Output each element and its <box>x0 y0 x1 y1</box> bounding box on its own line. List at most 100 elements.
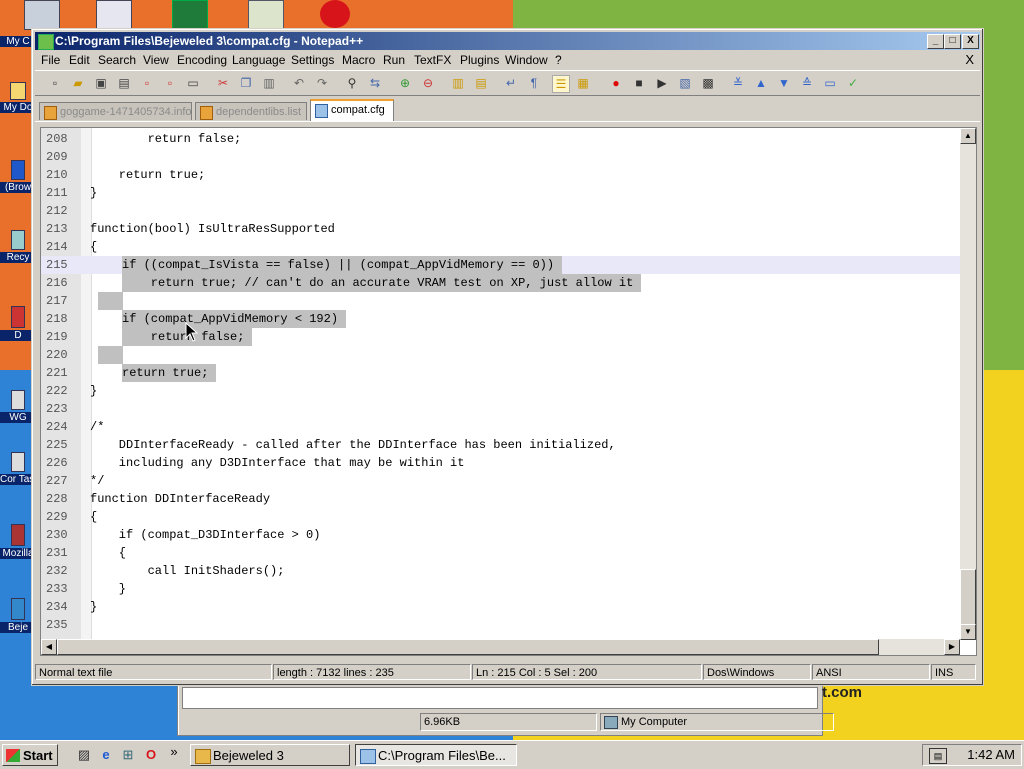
vertical-scrollbar[interactable]: ▲ ▼ <box>960 128 976 640</box>
collapse-icon[interactable]: ≚ <box>730 75 746 91</box>
code-line[interactable]: 218 if (compat_AppVidMemory < 192) <box>41 310 961 328</box>
code-line[interactable]: 229 { <box>41 508 961 526</box>
code-line[interactable]: 230 if (compat_D3DInterface > 0) <box>41 526 961 544</box>
open-file-icon[interactable]: ▰ <box>70 75 86 91</box>
menu-run[interactable]: Run <box>383 53 405 67</box>
opera-icon[interactable]: O <box>143 747 159 763</box>
code-line[interactable]: 213 function(bool) IsUltraResSupported <box>41 220 961 238</box>
menu-window[interactable]: Window <box>505 53 548 67</box>
code-line[interactable]: 225 DDInterfaceReady - called after the … <box>41 436 961 454</box>
play-macro-icon[interactable]: ▶ <box>654 75 670 91</box>
scroll-up-arrow-icon[interactable]: ▲ <box>960 128 976 144</box>
horizontal-scroll-thumb[interactable] <box>57 639 879 655</box>
vertical-scroll-thumb[interactable] <box>960 569 976 625</box>
save-icon[interactable]: ▣ <box>93 75 109 91</box>
code-line[interactable]: 208 return false; <box>41 130 961 148</box>
spell-check-icon[interactable]: ✓ <box>845 75 861 91</box>
sync-horizontal-icon[interactable]: ▤ <box>473 75 489 91</box>
code-line[interactable]: 224 /* <box>41 418 961 436</box>
show-all-chars-icon[interactable]: ¶ <box>526 75 542 91</box>
menu-settings[interactable]: Settings <box>291 53 334 67</box>
code-line[interactable]: 231 { <box>41 544 961 562</box>
zoom-in-icon[interactable]: ⊕ <box>397 75 413 91</box>
close-document-button[interactable]: X <box>965 52 974 67</box>
indent-guide-icon[interactable]: ☰ <box>552 75 570 93</box>
code-line[interactable]: 234} <box>41 598 961 616</box>
code-line[interactable]: 227 */ <box>41 472 961 490</box>
print-icon[interactable]: ▭ <box>185 75 201 91</box>
menu-encoding[interactable]: Encoding <box>177 53 227 67</box>
previous-icon[interactable]: ▲ <box>753 75 769 91</box>
code-line[interactable]: 216 return true; // can't do an accurate… <box>41 274 961 292</box>
panel-icon[interactable]: ▭ <box>822 75 838 91</box>
printer-icon[interactable] <box>96 0 132 30</box>
scroll-down-arrow-icon[interactable]: ▼ <box>960 624 976 640</box>
user-language-icon[interactable]: ▦ <box>575 75 591 91</box>
menu-help[interactable]: ? <box>555 53 562 67</box>
minimize-button[interactable]: _ <box>927 34 944 49</box>
stop-macro-icon[interactable]: ■ <box>631 75 647 91</box>
code-line[interactable]: 233 } <box>41 580 961 598</box>
copy-icon[interactable]: ❐ <box>238 75 254 91</box>
taskbar-button-bejeweled[interactable]: Bejeweled 3 <box>190 744 350 766</box>
scroll-right-arrow-icon[interactable]: ▶ <box>944 639 960 655</box>
expand-icon[interactable]: ≙ <box>799 75 815 91</box>
undo-icon[interactable]: ↶ <box>291 75 307 91</box>
notepad-plus-plus-icon[interactable] <box>38 34 54 50</box>
excel-icon[interactable] <box>172 0 208 30</box>
next-icon[interactable]: ▼ <box>776 75 792 91</box>
control-panel-icon[interactable] <box>248 0 284 30</box>
sync-vertical-icon[interactable]: ▥ <box>450 75 466 91</box>
code-line[interactable]: 214 { <box>41 238 961 256</box>
tab-compat-cfg[interactable]: compat.cfg <box>310 99 394 121</box>
code-line[interactable]: 215 if ((compat_IsVista == false) || (com… <box>41 256 961 274</box>
code-line[interactable]: 222} <box>41 382 961 400</box>
menu-language[interactable]: Language <box>232 53 285 67</box>
code-line[interactable]: 219 return false; <box>41 328 961 346</box>
menu-search[interactable]: Search <box>98 53 136 67</box>
zoom-out-icon[interactable]: ⊖ <box>420 75 436 91</box>
network-icon[interactable]: ⊞ <box>120 747 136 763</box>
code-line[interactable]: 217 <box>41 292 961 310</box>
menu-macro[interactable]: Macro <box>342 53 375 67</box>
close-file-icon[interactable]: ▫ <box>139 75 155 91</box>
save-all-icon[interactable]: ▤ <box>116 75 132 91</box>
menu-edit[interactable]: Edit <box>69 53 90 67</box>
notepad-plus-plus-window[interactable]: C:\Program Files\Bejeweled 3\compat.cfg … <box>31 28 984 686</box>
close-all-icon[interactable]: ▫ <box>162 75 178 91</box>
save-macro-icon[interactable]: ▩ <box>700 75 716 91</box>
close-button[interactable]: X <box>962 34 979 49</box>
find-icon[interactable]: ⚲ <box>344 75 360 91</box>
clock[interactable]: 1:42 AM <box>967 745 1015 765</box>
code-line[interactable]: 228 function DDInterfaceReady <box>41 490 961 508</box>
code-line[interactable]: 210 return true; <box>41 166 961 184</box>
computer-icon[interactable] <box>24 0 60 30</box>
play-multiple-icon[interactable]: ▧ <box>677 75 693 91</box>
tab-goggame-info[interactable]: goggame-1471405734.info <box>39 102 192 120</box>
menu-file[interactable]: File <box>41 53 60 67</box>
code-line[interactable]: 235 <box>41 616 961 634</box>
code-line[interactable]: 226 including any D3DInterface that may … <box>41 454 961 472</box>
code-line[interactable]: 223 <box>41 400 961 418</box>
code-line[interactable]: 232 call InitShaders(); <box>41 562 961 580</box>
code-line[interactable]: 211} <box>41 184 961 202</box>
menu-view[interactable]: View <box>143 53 169 67</box>
ie-icon[interactable]: e <box>98 747 114 763</box>
start-button[interactable]: Start <box>2 744 58 766</box>
horizontal-scrollbar[interactable]: ◀ ▶ <box>41 639 960 655</box>
text-editor[interactable]: 208 return false; 209 210 return true; 211}… <box>40 127 977 656</box>
tray-volume-icon[interactable]: ▤ <box>929 748 947 764</box>
word-wrap-icon[interactable]: ↵ <box>503 75 519 91</box>
scroll-left-arrow-icon[interactable]: ◀ <box>41 639 57 655</box>
code-line[interactable]: 220 <box>41 346 961 364</box>
paste-icon[interactable]: ▥ <box>261 75 277 91</box>
maximize-button[interactable]: □ <box>944 34 961 49</box>
show-desktop-icon[interactable]: ▨ <box>76 747 92 763</box>
title-bar[interactable]: C:\Program Files\Bejeweled 3\compat.cfg … <box>35 32 980 50</box>
quick-launch-more-icon[interactable]: » <box>166 744 182 760</box>
opera-icon[interactable] <box>320 0 350 28</box>
menu-plugins[interactable]: Plugins <box>460 53 499 67</box>
code-line[interactable]: 221 return true; <box>41 364 961 382</box>
replace-icon[interactable]: ⇆ <box>367 75 383 91</box>
tab-dependentlibs[interactable]: dependentlibs.list <box>195 102 307 120</box>
